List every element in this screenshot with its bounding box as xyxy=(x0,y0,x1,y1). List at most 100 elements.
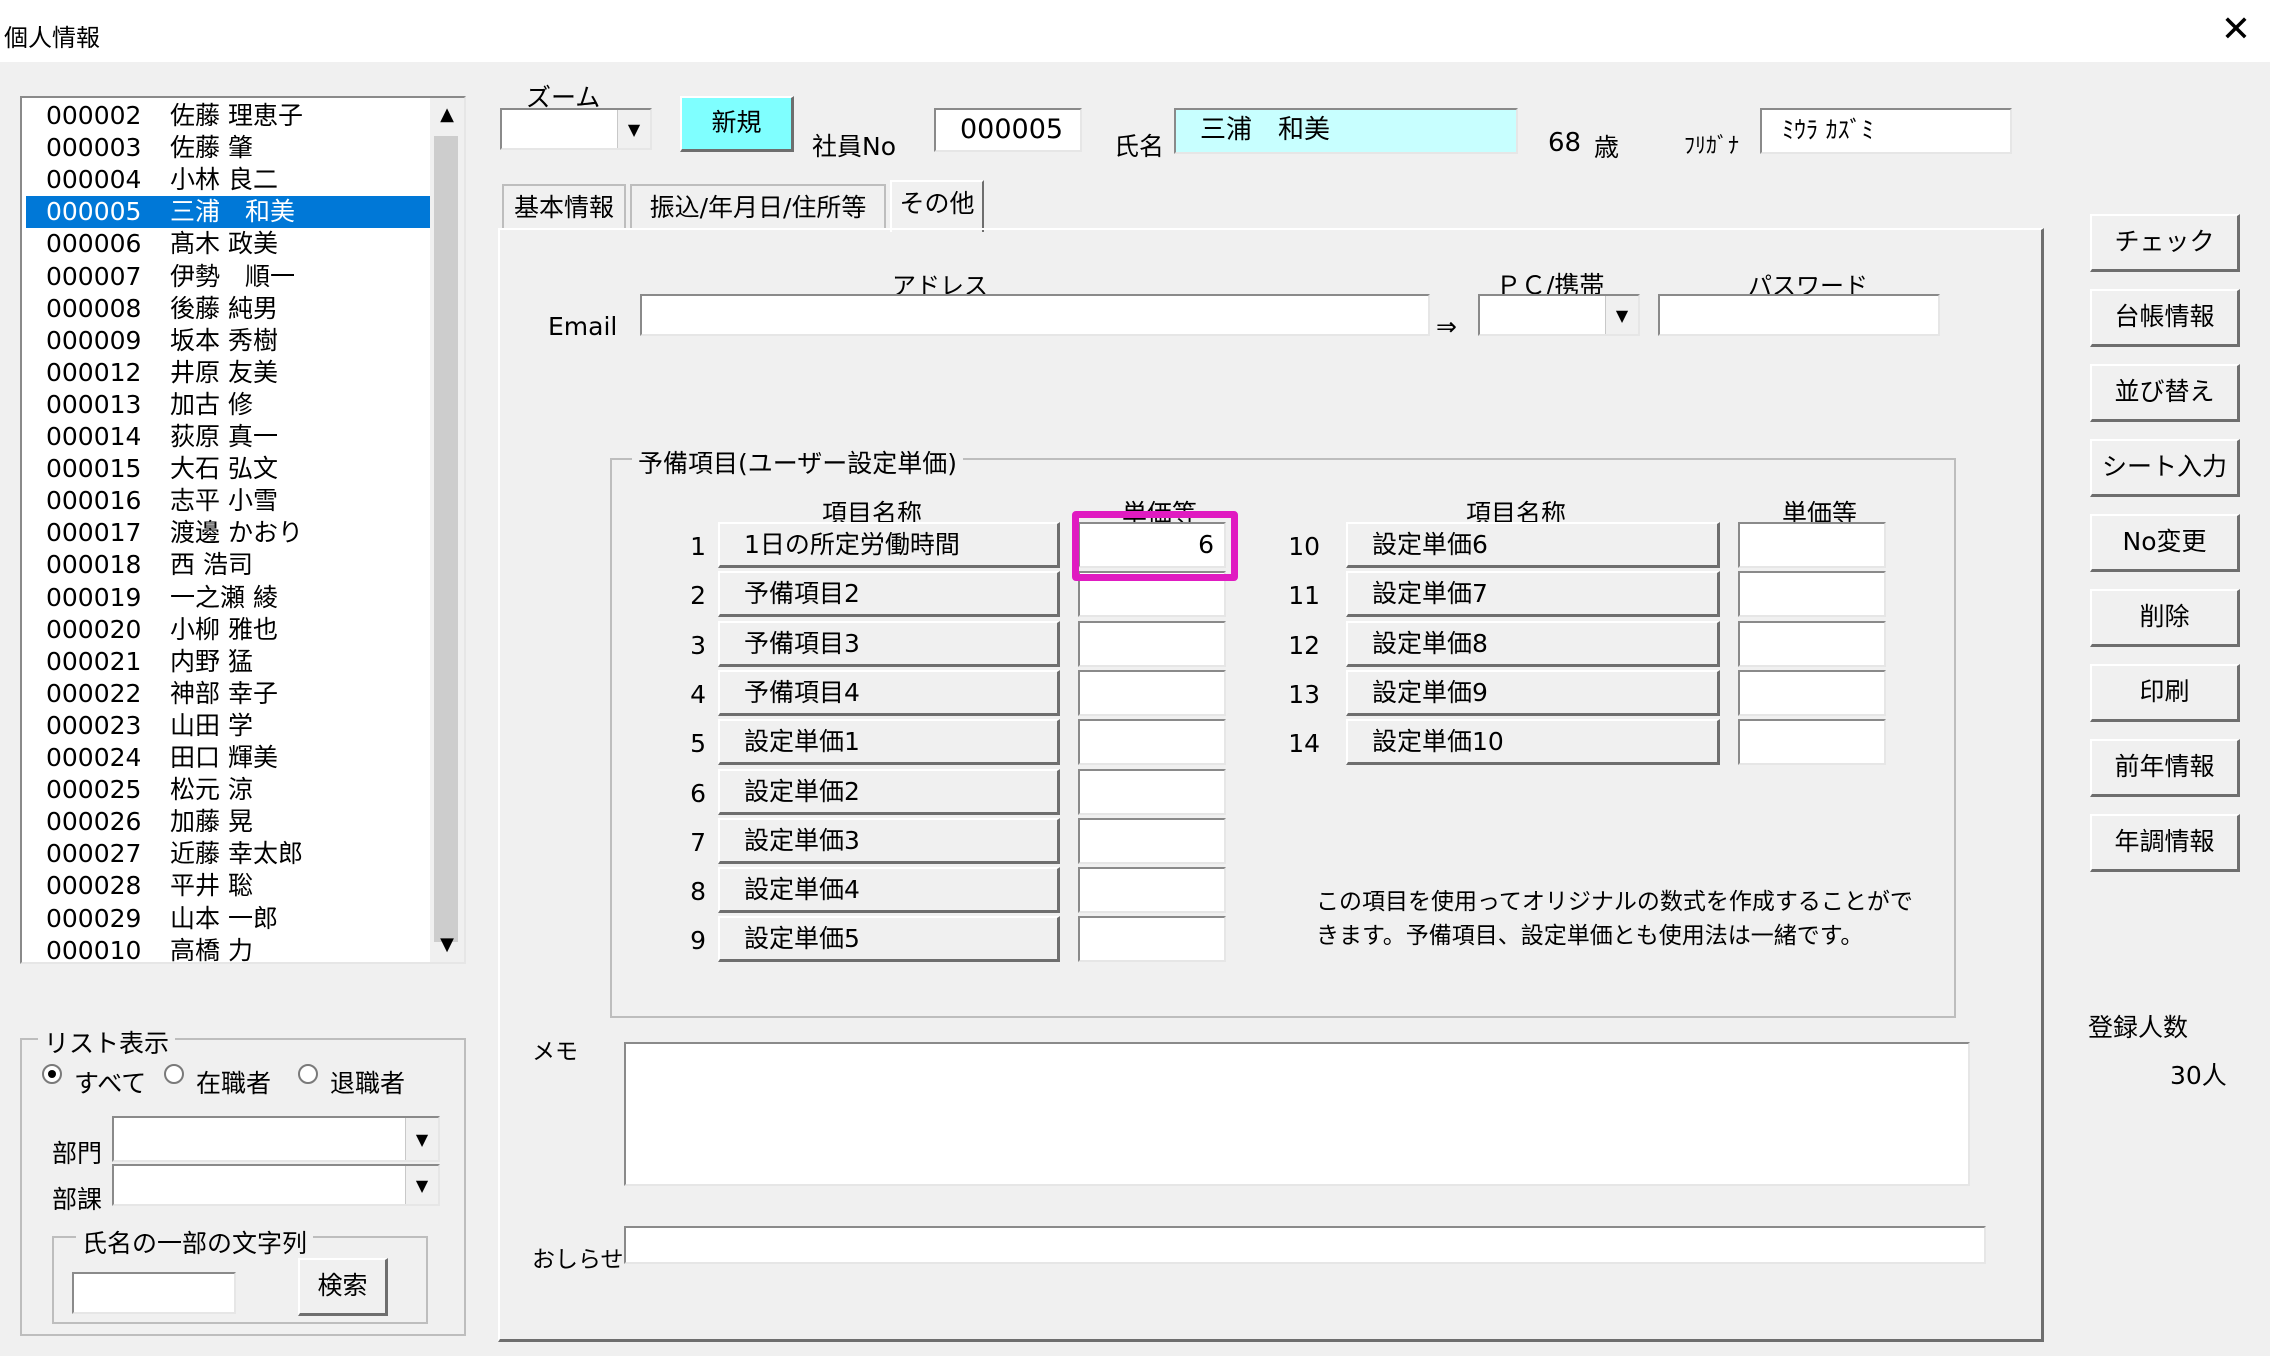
item-unit-field[interactable] xyxy=(1078,768,1226,815)
list-item[interactable]: 000027 近藤 幸太郎 xyxy=(26,838,436,870)
close-icon[interactable]: ✕ xyxy=(2216,10,2256,50)
list-item[interactable]: 000024 田口 輝美 xyxy=(26,742,436,774)
chevron-down-icon[interactable]: ▼ xyxy=(1605,296,1638,334)
search-button[interactable]: 検索 xyxy=(298,1258,388,1316)
item-name-field[interactable]: 設定単価7 xyxy=(1346,571,1720,618)
section-select[interactable]: ▼ xyxy=(112,1164,440,1206)
scroll-down-icon[interactable]: ▼ xyxy=(430,928,464,962)
list-item[interactable]: 000017 渡邊 かおり xyxy=(26,517,436,549)
item-name-field[interactable]: 設定単価3 xyxy=(718,817,1060,864)
employee-name: 佐藤 肇 xyxy=(170,133,253,163)
item-name-field[interactable]: 予備項目4 xyxy=(718,669,1060,716)
item-name-field[interactable]: 設定単価1 xyxy=(718,719,1060,766)
new-button[interactable]: 新規 xyxy=(680,96,794,152)
name-search-input[interactable] xyxy=(72,1272,236,1314)
item-name-field[interactable]: 設定単価10 xyxy=(1346,719,1720,766)
chevron-down-icon[interactable]: ▼ xyxy=(405,1166,438,1204)
dept-select[interactable]: ▼ xyxy=(112,1116,440,1162)
item-name-field[interactable]: 予備項目3 xyxy=(718,620,1060,667)
list-item[interactable]: 000007 伊勢 順一 xyxy=(26,261,436,293)
side-button[interactable]: 前年情報 xyxy=(2090,739,2240,797)
name-field[interactable]: 三浦 和美 xyxy=(1174,108,1518,154)
list-item[interactable]: 000021 内野 猛 xyxy=(26,646,436,678)
item-unit-field[interactable] xyxy=(1738,620,1886,667)
item-unit-field[interactable] xyxy=(1738,522,1886,568)
item-unit-field[interactable] xyxy=(1078,669,1226,716)
item-name-field[interactable]: 設定単価9 xyxy=(1346,669,1720,716)
employee-no: 000029 xyxy=(46,903,142,933)
tab-basic-info[interactable]: 基本情報 xyxy=(502,184,626,228)
item-unit-field[interactable] xyxy=(1078,817,1226,864)
list-item[interactable]: 000012 井原 友美 xyxy=(26,357,436,389)
side-button[interactable]: 台帳情報 xyxy=(2090,289,2240,347)
employee-no: 000020 xyxy=(46,614,142,644)
notice-input[interactable] xyxy=(624,1226,1986,1264)
item-name-field[interactable]: 設定単価8 xyxy=(1346,620,1720,667)
item-unit-field[interactable] xyxy=(1738,719,1886,766)
list-item[interactable]: 000019 一之瀬 綾 xyxy=(26,582,436,614)
item-name-field[interactable]: 設定単価6 xyxy=(1346,522,1720,568)
employee-list-scrollbar[interactable]: ▲ ▼ xyxy=(430,98,464,962)
item-unit-field[interactable] xyxy=(1078,620,1226,667)
list-item[interactable]: 000002 佐藤 理恵子 xyxy=(26,100,436,132)
memo-textarea[interactable] xyxy=(624,1042,1970,1186)
item-unit-field[interactable] xyxy=(1078,867,1226,914)
list-item[interactable]: 000029 山本 一郎 xyxy=(26,903,436,935)
side-button[interactable]: 削除 xyxy=(2090,589,2240,647)
list-item[interactable]: 000005 三浦 和美 xyxy=(26,196,436,229)
employee-list[interactable]: 000002 佐藤 理恵子 000003 佐藤 肇 000004 小林 良二 000005 三… xyxy=(20,96,466,964)
scrollbar-thumb[interactable] xyxy=(434,136,458,942)
employee-name: 近藤 幸太郎 xyxy=(170,839,303,869)
item-unit-field[interactable] xyxy=(1738,571,1886,618)
list-item[interactable]: 000014 荻原 真一 xyxy=(26,421,436,453)
furigana-field[interactable]: ﾐｳﾗ ｶｽﾞﾐ xyxy=(1760,108,2012,154)
list-item[interactable]: 000015 大石 弘文 xyxy=(26,453,436,485)
radio-button[interactable] xyxy=(298,1064,318,1084)
radio-button[interactable] xyxy=(42,1064,62,1084)
item-name-field[interactable]: 設定単価5 xyxy=(718,916,1060,963)
list-item[interactable]: 000016 志平 小雪 xyxy=(26,485,436,517)
chevron-down-icon[interactable]: ▼ xyxy=(617,110,650,148)
item-unit-field[interactable] xyxy=(1078,719,1226,766)
item-unit-field[interactable] xyxy=(1078,916,1226,963)
email-password-input[interactable] xyxy=(1658,294,1940,336)
side-button[interactable]: チェック xyxy=(2090,214,2240,272)
list-item[interactable]: 000010 高橋 力 xyxy=(26,935,436,962)
list-item[interactable]: 000008 後藤 純男 xyxy=(26,293,436,325)
list-item[interactable]: 000025 松元 涼 xyxy=(26,774,436,806)
list-item[interactable]: 000018 西 浩司 xyxy=(26,549,436,581)
side-button[interactable]: 年調情報 xyxy=(2090,814,2240,872)
employee-no: 000013 xyxy=(46,389,142,419)
zoom-select[interactable]: ▼ xyxy=(500,108,652,150)
email-device-select[interactable]: ▼ xyxy=(1478,294,1640,336)
side-button[interactable]: 印刷 xyxy=(2090,664,2240,722)
chevron-down-icon[interactable]: ▼ xyxy=(405,1118,438,1160)
list-item[interactable]: 000023 山田 学 xyxy=(26,710,436,742)
item-unit-field[interactable] xyxy=(1738,669,1886,716)
list-item[interactable]: 000026 加藤 晃 xyxy=(26,806,436,838)
radio-button[interactable] xyxy=(164,1064,184,1084)
list-item[interactable]: 000004 小林 良二 xyxy=(26,164,436,196)
item-row-number: 1 xyxy=(690,532,706,561)
side-button[interactable]: No変更 xyxy=(2090,514,2240,572)
tab-transfer-address[interactable]: 振込/年月日/住所等 xyxy=(630,184,886,228)
list-item[interactable]: 000020 小柳 雅也 xyxy=(26,614,436,646)
email-address-input[interactable] xyxy=(640,294,1430,336)
scroll-up-icon[interactable]: ▲ xyxy=(430,98,464,132)
emp-no-field[interactable]: 000005 xyxy=(934,108,1082,152)
list-item[interactable]: 000028 平井 聡 xyxy=(26,870,436,902)
item-name-field[interactable]: 設定単価2 xyxy=(718,768,1060,815)
side-button[interactable]: シート入力 xyxy=(2090,439,2240,497)
employee-name: 西 浩司 xyxy=(170,550,253,580)
tab-other[interactable]: その他 xyxy=(890,180,984,232)
item-name-field[interactable]: 設定単価4 xyxy=(718,867,1060,914)
list-item[interactable]: 000022 神部 幸子 xyxy=(26,678,436,710)
list-item[interactable]: 000009 坂本 秀樹 xyxy=(26,325,436,357)
item-name-field[interactable]: 1日の所定労働時間 xyxy=(718,522,1060,568)
list-item[interactable]: 000003 佐藤 肇 xyxy=(26,132,436,164)
side-button[interactable]: 並び替え xyxy=(2090,364,2240,422)
list-item[interactable]: 000006 髙木 政美 xyxy=(26,228,436,260)
item-name-field[interactable]: 予備項目2 xyxy=(718,571,1060,618)
registered-count-value: 30人 xyxy=(2170,1061,2227,1090)
list-item[interactable]: 000013 加古 修 xyxy=(26,389,436,421)
